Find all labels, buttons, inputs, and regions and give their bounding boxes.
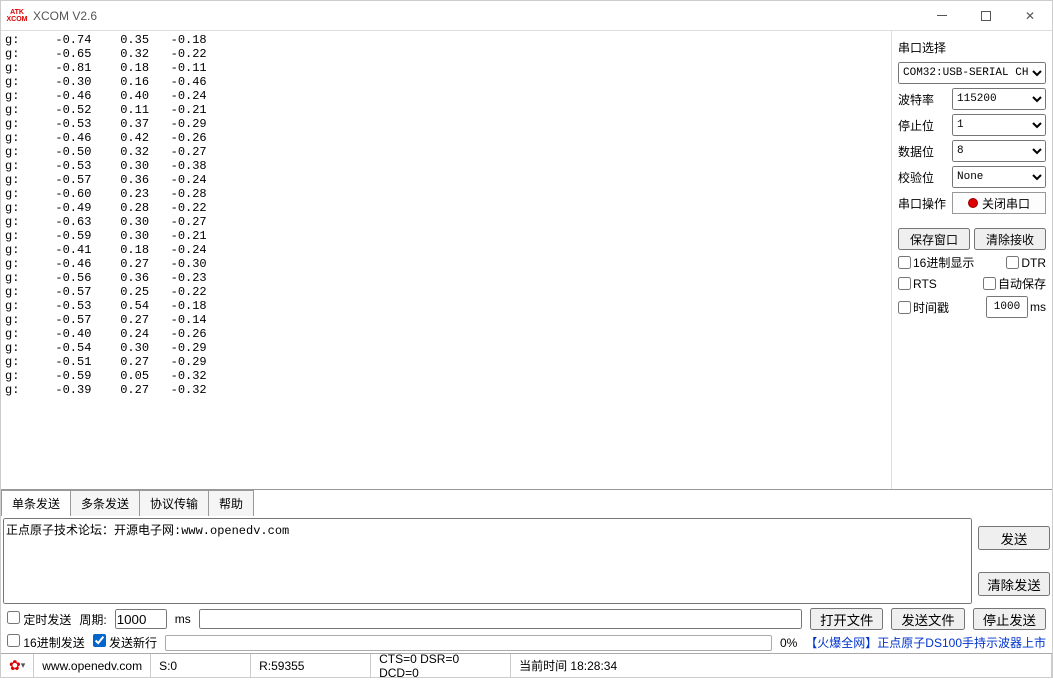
open-file-button[interactable]: 打开文件 [810, 608, 883, 630]
minimize-button[interactable] [920, 1, 964, 31]
terminal-line: g: -0.53 0.30 -0.38 [5, 159, 887, 173]
databit-select[interactable]: 8 [952, 140, 1046, 162]
statusbar: ✿ ▾ www.openedv.com S:0 R:59355 CTS=0 DS… [1, 653, 1052, 677]
gear-icon[interactable]: ✿ [9, 657, 21, 674]
port-toggle-button[interactable]: 关闭串口 [952, 192, 1046, 214]
app-logo-icon: ATKXCOM [5, 4, 29, 28]
period-input[interactable] [115, 609, 167, 629]
parity-select[interactable]: None [952, 166, 1046, 188]
terminal-line: g: -0.51 0.27 -0.29 [5, 355, 887, 369]
baud-select[interactable]: 115200 [952, 88, 1046, 110]
terminal-line: g: -0.46 0.42 -0.26 [5, 131, 887, 145]
port-section-label: 串口选择 [898, 39, 1046, 56]
terminal-line: g: -0.56 0.36 -0.23 [5, 271, 887, 285]
tab-protocol[interactable]: 协议传输 [139, 490, 209, 516]
terminal-line: g: -0.41 0.18 -0.24 [5, 243, 887, 257]
clear-recv-button[interactable]: 清除接收 [974, 228, 1046, 250]
send-textarea[interactable] [3, 518, 972, 604]
terminal-line: g: -0.46 0.27 -0.30 [5, 257, 887, 271]
status-url[interactable]: www.openedv.com [34, 654, 151, 677]
send-file-button[interactable]: 发送文件 [891, 608, 964, 630]
status-recv-count: R:59355 [251, 654, 371, 677]
stopbit-select[interactable]: 1 [952, 114, 1046, 136]
dropdown-icon[interactable]: ▾ [21, 660, 26, 671]
terminal-output[interactable]: g: -0.74 0.35 -0.18g: -0.65 0.32 -0.22g:… [1, 31, 892, 489]
status-signals: CTS=0 DSR=0 DCD=0 [371, 654, 511, 677]
ad-link[interactable]: 【火爆全网】正点原子DS100手持示波器上市 [805, 634, 1046, 651]
status-time: 当前时间 18:28:34 [511, 654, 1052, 677]
send-progress [165, 635, 772, 651]
app-title: XCOM V2.6 [33, 9, 97, 23]
maximize-button[interactable] [964, 1, 1008, 31]
terminal-line: g: -0.40 0.24 -0.26 [5, 327, 887, 341]
terminal-line: g: -0.52 0.11 -0.21 [5, 103, 887, 117]
stopbit-label: 停止位 [898, 117, 946, 134]
terminal-line: g: -0.54 0.30 -0.29 [5, 341, 887, 355]
terminal-line: g: -0.65 0.32 -0.22 [5, 47, 887, 61]
sidebar: 串口选择 COM32:USB-SERIAL CH34 波特率 115200 停止… [892, 31, 1052, 489]
databit-label: 数据位 [898, 143, 946, 160]
tab-help[interactable]: 帮助 [208, 490, 254, 516]
baud-label: 波特率 [898, 91, 946, 108]
period-unit: ms [175, 612, 191, 626]
terminal-line: g: -0.39 0.27 -0.32 [5, 383, 887, 397]
progress-percent: 0% [780, 636, 797, 650]
timestamp-unit: ms [1030, 300, 1046, 314]
port-select[interactable]: COM32:USB-SERIAL CH34 [898, 62, 1046, 84]
send-button[interactable]: 发送 [978, 526, 1050, 550]
terminal-line: g: -0.74 0.35 -0.18 [5, 33, 887, 47]
tab-multi-send[interactable]: 多条发送 [70, 490, 140, 516]
terminal-line: g: -0.63 0.30 -0.27 [5, 215, 887, 229]
send-newline-checkbox[interactable]: 发送新行 [93, 634, 157, 651]
parity-label: 校验位 [898, 169, 946, 186]
status-send-count: S:0 [151, 654, 251, 677]
period-label: 周期: [79, 611, 106, 628]
terminal-line: g: -0.30 0.16 -0.46 [5, 75, 887, 89]
terminal-line: g: -0.49 0.28 -0.22 [5, 201, 887, 215]
stop-send-button[interactable]: 停止发送 [973, 608, 1046, 630]
terminal-line: g: -0.53 0.37 -0.29 [5, 117, 887, 131]
hex-display-checkbox[interactable]: 16进制显示 [898, 254, 974, 271]
record-icon [968, 198, 978, 208]
save-window-button[interactable]: 保存窗口 [898, 228, 970, 250]
timed-send-checkbox[interactable]: 定时发送 [7, 611, 71, 628]
clear-send-button[interactable]: 清除发送 [978, 572, 1050, 596]
terminal-line: g: -0.81 0.18 -0.11 [5, 61, 887, 75]
terminal-line: g: -0.53 0.54 -0.18 [5, 299, 887, 313]
dtr-checkbox[interactable]: DTR [1006, 256, 1046, 270]
terminal-line: g: -0.60 0.23 -0.28 [5, 187, 887, 201]
file-path-input[interactable] [199, 609, 802, 629]
hex-send-checkbox[interactable]: 16进制发送 [7, 634, 85, 651]
terminal-line: g: -0.57 0.27 -0.14 [5, 313, 887, 327]
titlebar: ATKXCOM XCOM V2.6 [1, 1, 1052, 31]
terminal-line: g: -0.57 0.25 -0.22 [5, 285, 887, 299]
tab-single-send[interactable]: 单条发送 [1, 490, 71, 516]
close-button[interactable] [1008, 1, 1052, 31]
send-tabs: 单条发送 多条发送 协议传输 帮助 [1, 490, 1052, 516]
timestamp-checkbox[interactable]: 时间戳 [898, 299, 949, 316]
rts-checkbox[interactable]: RTS [898, 277, 937, 291]
terminal-line: g: -0.57 0.36 -0.24 [5, 173, 887, 187]
terminal-line: g: -0.46 0.40 -0.24 [5, 89, 887, 103]
terminal-line: g: -0.50 0.32 -0.27 [5, 145, 887, 159]
timestamp-interval-input[interactable] [986, 296, 1028, 318]
terminal-line: g: -0.59 0.30 -0.21 [5, 229, 887, 243]
port-op-label: 串口操作 [898, 195, 946, 212]
autosave-checkbox[interactable]: 自动保存 [983, 275, 1046, 292]
terminal-line: g: -0.59 0.05 -0.32 [5, 369, 887, 383]
